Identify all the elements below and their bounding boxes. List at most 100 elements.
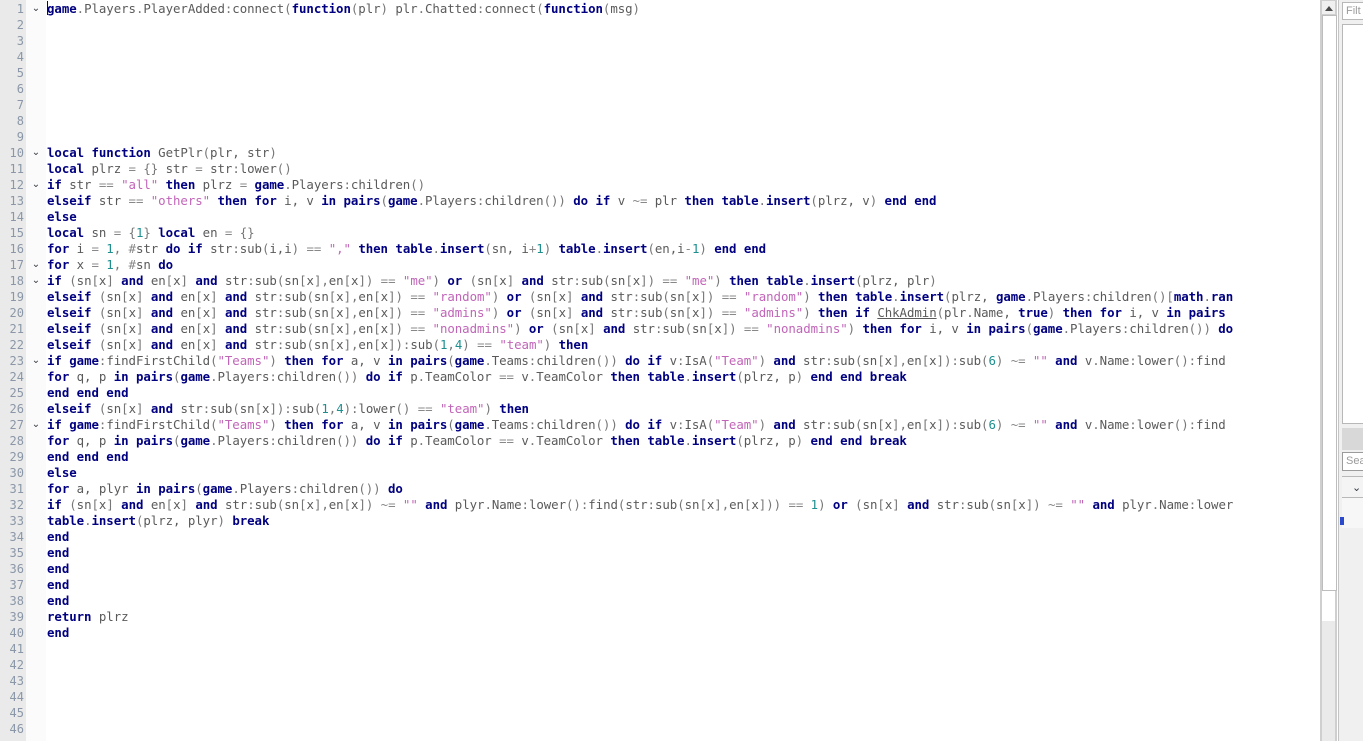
code-token: sub [580,273,604,288]
code-token: en [173,337,196,352]
panel-section-separator [1342,428,1363,450]
line-number: 22 [9,338,24,352]
line-number: 46 [9,722,24,736]
code-line[interactable]: end end end [47,385,129,401]
code-line[interactable]: if str == "all" then plrz = game.Players… [47,177,425,193]
code-token: if [47,497,62,512]
code-token: [ [121,321,129,336]
code-token: ()) [1188,321,1219,336]
scrollbar-track[interactable] [1321,15,1337,621]
fold-toggle-icon[interactable]: ⌄ [30,1,42,17]
code-line[interactable]: local plrz = {} str = str:lower() [47,161,292,177]
code-token: sn [106,337,122,352]
code-token: [ [373,337,381,352]
code-token: [ [121,337,129,352]
code-line[interactable]: return plrz [47,609,129,625]
code-line[interactable]: for q, p in pairs(game.Players:children(… [47,433,907,449]
code-token: Players [239,481,292,496]
code-token: sn [536,289,552,304]
code-token: and [1055,353,1078,368]
code-token: [ [165,273,174,288]
code-line[interactable]: end [47,625,69,641]
code-line[interactable]: elseif (sn[x] and en[x] and str:sub(sn[x… [47,337,588,353]
code-token: ] [135,401,151,416]
line-number: 21 [9,322,24,336]
fold-toggle-icon[interactable]: ⌄ [30,177,42,193]
code-line[interactable]: local sn = {1} local en = {} [47,225,255,241]
fold-toggle-icon[interactable]: ⌄ [30,145,42,161]
code-token: in [113,433,129,448]
code-token: () [276,161,292,176]
line-number: 16 [9,242,24,256]
panel-dropdown[interactable]: ⌄ [1342,476,1363,498]
code-token: , [113,257,129,272]
code-token: 1 [106,241,114,256]
code-line[interactable]: end end end [47,449,129,465]
code-token: str [135,241,166,256]
code-line[interactable]: elseif (sn[x] and en[x] and str:sub(sn[x… [47,321,1233,337]
code-token: break [232,513,270,528]
fold-toggle-icon[interactable]: ⌄ [30,273,42,289]
code-token: "" [402,497,418,512]
code-line[interactable]: local function GetPlr(plr, str) [47,145,277,161]
editor-vertical-scrollbar[interactable] [1320,0,1337,741]
code-token: ( [684,321,693,336]
code-text-area[interactable]: game.Players.PlayerAdded:connect(functio… [46,0,1320,741]
code-line[interactable]: table.insert(plrz, plyr) break [47,513,269,529]
code-line[interactable]: end [47,529,69,545]
filter-input[interactable]: Filt [1342,2,1363,20]
line-number: 8 [16,114,24,128]
line-number: 6 [16,82,24,96]
code-token: elseif [47,289,92,304]
code-token: children [350,177,411,192]
code-token: do if [365,369,403,384]
code-line[interactable]: elseif (sn[x] and en[x] and str:sub(sn[x… [47,305,1226,321]
code-line[interactable]: end [47,577,69,593]
scroll-up-button[interactable] [1321,0,1336,15]
code-line[interactable]: end [47,593,69,609]
code-line[interactable]: elseif str == "others" then for i, v in … [47,193,936,209]
code-line[interactable]: game.Players.PlayerAdded:connect(functio… [47,1,640,17]
code-line[interactable]: if game: findFirstChild ("Teams") then for… [47,417,1226,433]
code-line[interactable]: for i = 1, #str do if str:sub(i,i) == ",… [47,241,766,257]
code-token: ]) [936,417,952,432]
code-token: str [625,321,655,336]
code-editor[interactable]: 1 2 3 4 5 6 7 8 9 10 11 12 13 14 15 16 17 18 19 20 21 22 23 24 2… [0,0,1320,741]
code-line[interactable]: for x = 1, #sn do [47,257,173,273]
code-token: x [380,305,389,320]
code-line[interactable]: if game: findFirstChild ("Teams") then for… [47,353,1226,369]
code-token: ) [995,417,1011,432]
code-token: . [484,353,492,368]
code-line[interactable]: if (sn[x] and en[x] and str:sub(sn[x],en… [47,497,1233,513]
code-line[interactable]: elseif (sn[x] and en[x] and str:sub(sn[x… [47,289,1233,305]
code-token: "Teams" [217,353,270,368]
code-token: game [180,433,211,448]
code-token: str [158,161,196,176]
code-token: en [358,321,374,336]
fold-toggle-icon[interactable]: ⌄ [30,353,42,369]
code-token: game [47,1,77,16]
code-line[interactable]: for a, plyr in pairs(game.Players:childr… [47,481,403,497]
panel-accent-marker [1340,517,1344,525]
code-line[interactable]: end [47,561,69,577]
line-number: 42 [9,658,24,672]
scrollbar-thumb[interactable] [1322,15,1337,591]
search-input[interactable]: Sea [1342,452,1363,471]
code-token: sn [76,273,92,288]
code-line[interactable]: elseif (sn[x] and str:sub(sn[x]):sub(1,4… [47,401,529,417]
code-token: . [966,305,974,320]
fold-toggle-icon[interactable]: ⌄ [30,257,42,273]
panel-list-area[interactable] [1342,24,1363,424]
code-line[interactable]: for q, p in pairs(game.Players:children(… [47,369,907,385]
code-fold-gutter[interactable]: ⌄ ⌄ ⌄ ⌄ ⌄ ⌄ ⌄ [26,0,47,741]
code-line[interactable]: end [47,545,69,561]
code-token: insert [91,513,136,528]
code-line[interactable]: else [47,209,77,225]
fold-toggle-icon[interactable]: ⌄ [30,417,42,433]
code-line[interactable]: else [47,465,77,481]
code-token: a, v [343,417,388,432]
code-token: . [1092,353,1100,368]
code-token: str [217,273,248,288]
code-token: sn [477,273,492,288]
code-line[interactable]: if (sn[x] and en[x] and str:sub(sn[x],en… [47,273,937,289]
